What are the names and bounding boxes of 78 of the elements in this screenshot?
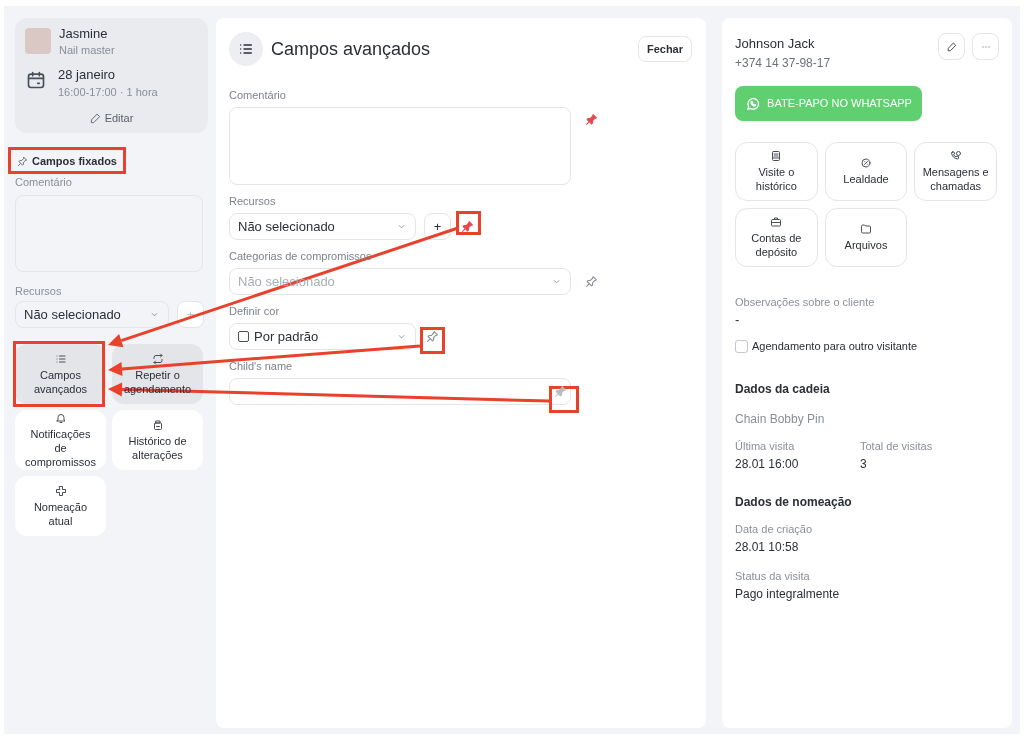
edit-link[interactable]: Editar — [89, 110, 134, 127]
action-tile[interactable]: Notificações de compromissos — [15, 410, 106, 470]
client-tile[interactable]: Visite o histórico — [735, 142, 818, 201]
pin-button[interactable] — [583, 273, 599, 290]
checkbox[interactable] — [238, 331, 249, 342]
field-label: Comentário — [229, 88, 287, 102]
specialist-name: Jasmine — [59, 26, 109, 42]
text-input-field[interactable] — [229, 378, 571, 405]
action-tile[interactable]: Campos avançados — [15, 344, 106, 404]
folder-icon — [860, 223, 872, 235]
field-label: Recursos — [15, 284, 63, 298]
pin-button[interactable] — [424, 328, 440, 345]
field-label: Child's name — [229, 359, 294, 373]
client-tile[interactable]: Mensagens e chamadas — [914, 142, 997, 201]
client-tile[interactable]: Lealdade — [824, 142, 908, 201]
edit-link-label[interactable]: Editar — [104, 110, 134, 127]
pushpin-icon — [584, 275, 598, 288]
field-label: Recursos — [229, 194, 277, 208]
client-phone: +374 14 37-98-17 — [735, 55, 831, 72]
section-title: Dados da cadeia — [735, 380, 831, 397]
panel-title: Campos avançados — [271, 37, 431, 61]
field-value: Pago integralmente — [735, 585, 841, 602]
annotation-box — [456, 211, 481, 235]
annotation-box — [420, 327, 445, 354]
field-value: 28.01 16:00 — [735, 455, 800, 472]
phone-chat-icon — [949, 150, 962, 162]
briefcase-icon — [770, 216, 783, 228]
chat-bubble-icon — [745, 95, 762, 112]
checkbox-label[interactable]: Agendamento para outro visitante — [752, 338, 918, 355]
section-title: Dados de nomeação — [735, 493, 853, 510]
select-field[interactable]: Não selecionado — [229, 213, 416, 240]
resources-select[interactable]: Não selecionado — [15, 301, 169, 328]
pushpin-icon — [460, 220, 474, 233]
action-tile[interactable]: Histórico de alterações — [112, 410, 203, 470]
pin-button[interactable] — [552, 383, 568, 400]
field-label: Status da visita — [735, 568, 811, 583]
field-label: Última visita — [735, 438, 796, 453]
cross-icon — [54, 484, 67, 497]
calendar-icon — [26, 70, 46, 90]
color-select[interactable]: Por padrão — [229, 323, 416, 350]
pencil-icon — [946, 41, 957, 52]
pushpin-icon — [17, 155, 28, 167]
appointment-date: 28 janeiro — [58, 66, 117, 84]
chain-name: Chain Bobby Pin — [735, 410, 826, 427]
percent-badge-icon — [860, 157, 872, 169]
specialist-role: Nail master — [59, 43, 115, 58]
section-title: Campos fixados — [32, 153, 117, 169]
client-name: Johnson Jack — [735, 36, 816, 52]
field-label: Observações sobre o cliente — [735, 295, 876, 309]
field-label: Categorias de compromissos — [229, 249, 373, 263]
comment-field[interactable] — [229, 107, 571, 185]
pushpin-icon — [553, 385, 567, 398]
client-tile[interactable]: Arquivos — [824, 208, 908, 267]
field-label: Total de visitas — [860, 438, 934, 453]
field-label: Data de criação — [735, 521, 814, 536]
bell-icon — [54, 411, 67, 424]
pin-button[interactable] — [459, 218, 475, 235]
jar-icon — [151, 418, 164, 431]
add-button[interactable]: + — [424, 213, 451, 240]
list-icon — [238, 41, 254, 57]
repeat-icon — [151, 352, 164, 365]
annotation-box — [549, 386, 579, 413]
pushpin-icon — [425, 330, 439, 343]
client-tile[interactable]: Contas de depósito — [735, 208, 818, 267]
field-value: 3 — [860, 455, 868, 472]
field-value: 28.01 10:58 — [735, 538, 800, 555]
action-tile[interactable]: Nomeação atual — [15, 476, 106, 536]
field-label: Comentário — [15, 175, 73, 189]
field-value: - — [735, 312, 741, 328]
pencil-icon — [89, 112, 101, 124]
pushpin-icon — [584, 112, 598, 126]
document-icon — [770, 150, 783, 162]
field-label: Definir cor — [229, 304, 281, 318]
close-button[interactable]: Fechar — [637, 36, 692, 62]
appointment-time: 16:00-17:00 · 1 hora — [58, 85, 158, 100]
edit-button[interactable] — [938, 33, 965, 60]
pin-button[interactable] — [583, 111, 599, 127]
avatar-placeholder — [25, 28, 51, 54]
